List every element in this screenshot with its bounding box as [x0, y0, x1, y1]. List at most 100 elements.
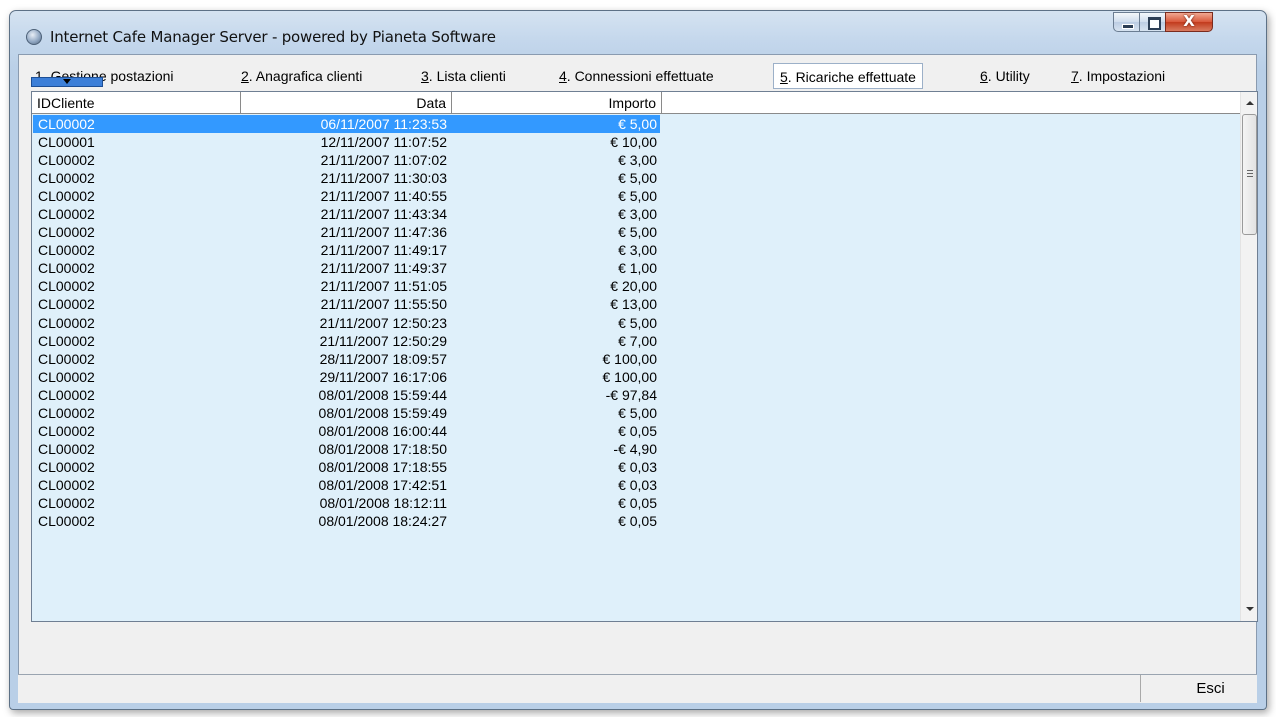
table-row[interactable]: CL00002 08/01/2008 15:59:49 € 5,00 [32, 404, 1242, 422]
cell-idcliente: CL00002 [38, 224, 95, 241]
table-row[interactable]: CL00002 21/11/2007 11:47:36 € 5,00 [32, 223, 1242, 241]
cell-importo: € 3,00 [618, 152, 657, 169]
window-title: Internet Cafe Manager Server - powered b… [50, 28, 496, 46]
cell-data: 08/01/2008 18:12:11 [319, 494, 447, 511]
table-row[interactable]: CL00002 21/11/2007 12:50:29 € 7,00 [32, 332, 1242, 350]
cell-importo: € 5,00 [618, 116, 657, 132]
cell-data: 21/11/2007 11:51:05 [320, 278, 447, 295]
table-row[interactable]: CL00002 21/11/2007 11:55:50 € 13,00 [32, 295, 1242, 313]
scroll-up-arrow-icon[interactable] [1241, 95, 1257, 112]
table-row[interactable]: CL00002 21/11/2007 11:43:34 € 3,00 [32, 205, 1242, 223]
cell-importo: € 0,05 [618, 422, 657, 439]
globe-icon[interactable] [26, 29, 42, 45]
cell-data: 21/11/2007 11:40:55 [320, 188, 447, 205]
cell-idcliente: CL00002 [38, 476, 95, 493]
cell-idcliente: CL00002 [38, 494, 95, 511]
table-row[interactable]: CL00002 21/11/2007 11:51:05 € 20,00 [32, 277, 1242, 295]
table-row[interactable]: CL00002 08/01/2008 15:59:44 -€ 97,84 [32, 386, 1242, 404]
table-row[interactable]: CL00002 21/11/2007 11:49:17 € 3,00 [32, 241, 1242, 259]
tab-connessioni-effettuate[interactable]: 4. Connessioni effettuate [553, 63, 720, 89]
cell-idcliente: CL00002 [38, 440, 95, 457]
table-row[interactable]: CL00002 21/11/2007 11:49:37 € 1,00 [32, 259, 1242, 277]
vertical-scrollbar[interactable] [1240, 92, 1257, 621]
cell-idcliente: CL00001 [38, 134, 95, 151]
tab-accelerator: 7 [1071, 68, 1079, 84]
tab-accelerator: 5 [780, 69, 788, 85]
table-row[interactable]: CL00002 08/01/2008 18:24:27 € 0,05 [32, 512, 1242, 530]
table-row[interactable]: CL00002 08/01/2008 17:18:50 -€ 4,90 [32, 440, 1242, 458]
cell-importo: € 0,03 [618, 476, 657, 493]
cell-idcliente: CL00002 [38, 404, 95, 421]
cell-idcliente: CL00002 [38, 332, 95, 349]
column-header-idcliente[interactable]: IDCliente [32, 92, 241, 114]
cell-data: 21/11/2007 11:49:37 [320, 260, 447, 277]
column-header-filler [662, 92, 1242, 114]
collapse-button[interactable] [31, 77, 103, 87]
close-button[interactable]: X [1165, 12, 1213, 32]
ricariche-table[interactable]: IDCliente Data Importo CL00002 06/11/2007… [31, 91, 1258, 622]
cell-data: 21/11/2007 12:50:29 [319, 332, 447, 349]
table-row[interactable]: CL00002 08/01/2008 18:12:11 € 0,05 [32, 494, 1242, 512]
minimize-button[interactable] [1113, 12, 1140, 32]
table-row[interactable]: CL00002 08/01/2008 16:00:44 € 0,05 [32, 422, 1242, 440]
title-bar[interactable]: Internet Cafe Manager Server - powered b… [10, 11, 1266, 53]
cell-idcliente: CL00002 [38, 206, 95, 223]
tab-label: . Impostazioni [1078, 68, 1166, 84]
tab-label: . Connessioni effettuate [566, 68, 714, 84]
dropdown-arrow-icon [63, 79, 71, 84]
cell-importo: € 5,00 [618, 170, 657, 187]
cell-data: 08/01/2008 15:59:49 [318, 404, 447, 421]
close-icon: X [1183, 12, 1195, 30]
table-row[interactable]: CL00002 08/01/2008 17:42:51 € 0,03 [32, 476, 1242, 494]
table-row[interactable]: CL00002 21/11/2007 11:30:03 € 5,00 [32, 169, 1242, 187]
scroll-down-arrow-icon[interactable] [1241, 601, 1257, 618]
cell-importo: € 100,00 [602, 368, 658, 385]
scrollbar-thumb[interactable] [1242, 114, 1257, 235]
table-row[interactable]: CL00002 21/11/2007 11:07:02 € 3,00 [32, 151, 1242, 169]
tab-ricariche-effettuate[interactable]: 5. Ricariche effettuate [773, 63, 923, 89]
cell-idcliente: CL00002 [38, 350, 95, 367]
table-body: CL00002 06/11/2007 11:23:53 € 5,00 CL00001 1… [32, 115, 1242, 530]
cell-importo: -€ 97,84 [605, 386, 657, 403]
status-bar: Esci [18, 674, 1257, 703]
cell-data: 21/11/2007 11:07:02 [320, 152, 447, 169]
tab-label: . Utility [987, 68, 1030, 84]
cell-importo: € 0,03 [618, 458, 657, 475]
cell-data: 08/01/2008 17:18:55 [318, 458, 447, 475]
cell-importo: -€ 4,90 [613, 440, 657, 457]
tab-accelerator: 2 [241, 68, 249, 84]
cell-data: 28/11/2007 18:09:57 [319, 350, 447, 367]
esci-button[interactable]: Esci [1140, 675, 1256, 702]
tab-lista-clienti[interactable]: 3. Lista clienti [415, 63, 512, 89]
cell-data: 21/11/2007 12:50:23 [319, 314, 447, 331]
tab-impostazioni[interactable]: 7. Impostazioni [1065, 63, 1171, 89]
cell-idcliente: CL00002 [38, 314, 95, 331]
cell-importo: € 20,00 [610, 278, 657, 295]
cell-importo: € 5,00 [618, 314, 657, 331]
tab-utility[interactable]: 6. Utility [974, 63, 1036, 89]
column-header-importo[interactable]: Importo [452, 92, 662, 114]
cell-idcliente: CL00002 [38, 242, 95, 259]
cell-idcliente: CL00002 [38, 368, 95, 385]
tab-anagrafica-clienti[interactable]: 2. Anagrafica clienti [235, 63, 368, 89]
tab-accelerator: 6 [980, 68, 988, 84]
cell-idcliente: CL00002 [38, 296, 95, 313]
column-header-data[interactable]: Data [241, 92, 452, 114]
tab-label: . Ricariche effettuate [787, 69, 916, 85]
cell-importo: € 7,00 [618, 332, 657, 349]
cell-data: 21/11/2007 11:55:50 [320, 296, 447, 313]
table-row[interactable]: CL00002 21/11/2007 11:40:55 € 5,00 [32, 187, 1242, 205]
cell-idcliente: CL00002 [38, 260, 95, 277]
table-row[interactable]: CL00002 08/01/2008 17:18:55 € 0,03 [32, 458, 1242, 476]
cell-importo: € 0,05 [618, 494, 657, 511]
maximize-button[interactable] [1139, 12, 1166, 32]
table-row[interactable]: CL00002 21/11/2007 12:50:23 € 5,00 [32, 314, 1242, 332]
cell-idcliente: CL00002 [38, 170, 95, 187]
table-row[interactable]: CL00002 28/11/2007 18:09:57 € 100,00 [32, 350, 1242, 368]
table-row[interactable]: CL00002 06/11/2007 11:23:53 € 5,00 [32, 115, 1242, 133]
cell-idcliente: CL00002 [38, 116, 95, 132]
cell-data: 21/11/2007 11:43:34 [320, 206, 447, 223]
table-row[interactable]: CL00001 12/11/2007 11:07:52 € 10,00 [32, 133, 1242, 151]
cell-importo: € 0,05 [618, 513, 657, 530]
table-row[interactable]: CL00002 29/11/2007 16:17:06 € 100,00 [32, 368, 1242, 386]
